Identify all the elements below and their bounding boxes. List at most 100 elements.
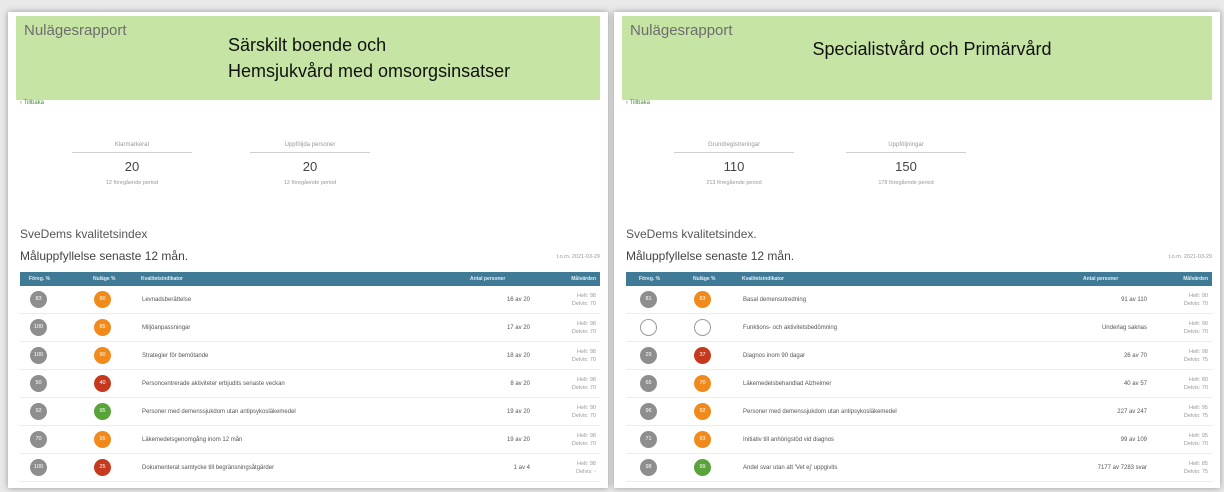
- col-count: Antal personer: [1083, 276, 1119, 282]
- table-row[interactable]: 83 80 Levnadsberättelse 16 av 20 Helt: 98 Del…: [20, 286, 600, 314]
- banner-line-1: Särskilt boende och: [228, 35, 387, 55]
- col-now: Nuläge %: [693, 276, 716, 282]
- table-row[interactable]: 96 92 Personer med demenssjukdom utan anti…: [626, 398, 1212, 426]
- index-title: SveDems kvalitetsindex.: [626, 227, 757, 241]
- target-full: Helt: 95: [1189, 405, 1208, 411]
- target-partial: Delvis: 70: [571, 385, 596, 391]
- col-target: Målvärden: [1183, 276, 1208, 282]
- current-percent-badge: 85: [94, 319, 111, 336]
- previous-percent-badge: 50: [30, 375, 47, 392]
- index-title: SveDems kvalitetsindex: [20, 227, 148, 241]
- table-row[interactable]: 100 85 Miljöanpassningar 17 av 20 Helt: 98 De…: [20, 314, 600, 342]
- target-full: Helt: 85: [1189, 461, 1208, 467]
- target-full: Helt: 98: [577, 293, 596, 299]
- table-row[interactable]: 92 95 Personer med demenssjukdom utan anti…: [20, 398, 600, 426]
- person-count: Underlag saknas: [1101, 325, 1147, 331]
- back-link[interactable]: ‹ Tillbaka: [626, 100, 650, 106]
- table-row[interactable]: 81 83 Basal demensutredning 91 av 110 Helt: …: [626, 286, 1212, 314]
- previous-percent-badge: 70: [30, 431, 47, 448]
- person-count: 1 av 4: [513, 465, 530, 471]
- target-values: Helt: 95 Delvis: 70: [1184, 432, 1208, 448]
- previous-percent-badge: 96: [640, 403, 657, 420]
- indicator-name: Strategier för bemötande: [142, 353, 209, 359]
- quality-table: Föreg. % Nuläge % Kvalitetsindikator Ant…: [20, 272, 600, 482]
- current-percent-badge: 70: [694, 375, 711, 392]
- stat-value: 150: [895, 159, 917, 174]
- current-percent-badge: 90: [94, 347, 111, 364]
- target-values: Helt: 98 Delvis: 70: [572, 376, 596, 392]
- table-row[interactable]: 50 40 Personcentrerade aktiviteter erbjudi…: [20, 370, 600, 398]
- previous-percent-badge: 100: [30, 319, 47, 336]
- stat-label: Klarmarkerat: [72, 142, 192, 153]
- previous-percent-badge: 92: [30, 403, 47, 420]
- target-values: Helt: 95 Delvis: 75: [1184, 404, 1208, 420]
- target-partial: Delvis: 75: [1183, 413, 1208, 419]
- previous-percent-badge: 65: [640, 375, 657, 392]
- person-count: 227 av 247: [1117, 409, 1147, 415]
- stat-uppfoljda: Uppföljda personer 20 12 föregående peri…: [250, 142, 370, 186]
- target-full: Helt: 90: [1189, 321, 1208, 327]
- indicator-name: Miljöanpassningar: [142, 325, 191, 331]
- stat-value: 20: [124, 159, 140, 174]
- table-row[interactable]: 100 25 Dokumenterat samtycke till begränsn…: [20, 454, 600, 482]
- indicator-name: Andel svar utan att 'Vet ej' uppgivits: [743, 465, 838, 471]
- target-partial: Delvis: 70: [1183, 385, 1208, 391]
- current-percent-badge: 37: [694, 347, 711, 364]
- indicator-name: Personer med demenssjukdom utan antipsyk…: [142, 409, 296, 415]
- report-banner: Nulägesrapport Specialistvård och Primär…: [622, 16, 1212, 100]
- stat-label: Uppföljda personer: [250, 142, 370, 153]
- table-row[interactable]: 29 37 Diagnos inom 90 dagar 26 av 70 Helt: 9…: [626, 342, 1212, 370]
- previous-percent-badge: 83: [30, 291, 47, 308]
- current-percent-badge: [694, 319, 711, 336]
- person-count: 19 av 20: [506, 437, 530, 443]
- current-percent-badge: 92: [694, 403, 711, 420]
- current-percent-badge: 80: [94, 291, 111, 308]
- previous-percent-badge: 29: [640, 347, 657, 364]
- stat-value: 110: [723, 159, 745, 174]
- measure-title: Måluppfyllelse senaste 12 mån.: [20, 249, 189, 263]
- table-row[interactable]: Funktions- och aktivitetsbedömning Underl…: [626, 314, 1212, 342]
- person-count: 7177 av 7283 svar: [1097, 465, 1147, 471]
- table-header: Föreg. % Nuläge % Kvalitetsindikator Ant…: [626, 272, 1212, 286]
- person-count: 18 av 20: [506, 353, 530, 359]
- table-header: Föreg. % Nuläge % Kvalitetsindikator Ant…: [20, 272, 600, 286]
- col-target: Målvärden: [571, 276, 596, 282]
- person-count: 8 av 20: [510, 381, 530, 387]
- table-row[interactable]: 65 70 Läkemedelsbehandlad Alzheimer 40 av 5…: [626, 370, 1212, 398]
- target-partial: Delvis: 70: [571, 413, 596, 419]
- back-link[interactable]: ‹ Tillbaka: [20, 100, 44, 106]
- col-now: Nuläge %: [93, 276, 116, 282]
- target-values: Helt: 90 Delvis: 70: [572, 404, 596, 420]
- person-count: 91 av 110: [1121, 297, 1147, 303]
- target-values: Helt: 90 Delvis: 70: [1184, 320, 1208, 336]
- current-percent-badge: 99: [694, 459, 711, 476]
- person-count: 19 av 20: [506, 409, 530, 415]
- stat-label: Grundregistreringar: [674, 142, 794, 153]
- measure-title: Måluppfyllelse senaste 12 mån.: [626, 249, 795, 263]
- indicator-name: Initiativ till anhörigstöd vid diagnos: [743, 437, 835, 443]
- target-values: Helt: 90 Delvis: 70: [1184, 292, 1208, 308]
- table-row[interactable]: 71 93 Initiativ till anhörigstöd vid diagn…: [626, 426, 1212, 454]
- target-partial: Delvis: 70: [1183, 329, 1208, 335]
- indicator-name: Dokumenterat samtycke till begränsningså…: [142, 465, 275, 471]
- target-partial: Delvis: 70: [1183, 301, 1208, 307]
- table-row[interactable]: 70 95 Läkemedelsgenomgång inom 12 mån 19 av…: [20, 426, 600, 454]
- target-full: Helt: 98: [577, 461, 596, 467]
- indicator-name: Funktions- och aktivitetsbedömning: [743, 325, 838, 331]
- target-partial: Delvis: 70: [571, 357, 596, 363]
- target-partial: Delvis: 75: [1183, 357, 1208, 363]
- stat-klarmarkerat: Klarmarkerat 20 12 föregående period: [72, 142, 192, 186]
- target-full: Helt: 95: [1189, 433, 1208, 439]
- previous-percent-badge: 100: [30, 459, 47, 476]
- col-indicator: Kvalitetsindikator: [141, 276, 183, 282]
- person-count: 26 av 70: [1123, 353, 1147, 359]
- indicator-name: Levnadsberättelse: [142, 297, 192, 303]
- previous-percent-badge: 71: [640, 431, 657, 448]
- stat-value: 20: [302, 159, 318, 174]
- target-full: Helt: 98: [577, 321, 596, 327]
- table-row[interactable]: 100 90 Strategier för bemötande 18 av 20 Hel…: [20, 342, 600, 370]
- person-count: 16 av 20: [506, 297, 530, 303]
- table-row[interactable]: 98 99 Andel svar utan att 'Vet ej' uppgivi…: [626, 454, 1212, 482]
- person-count: 40 av 57: [1123, 381, 1147, 387]
- current-percent-badge: 40: [94, 375, 111, 392]
